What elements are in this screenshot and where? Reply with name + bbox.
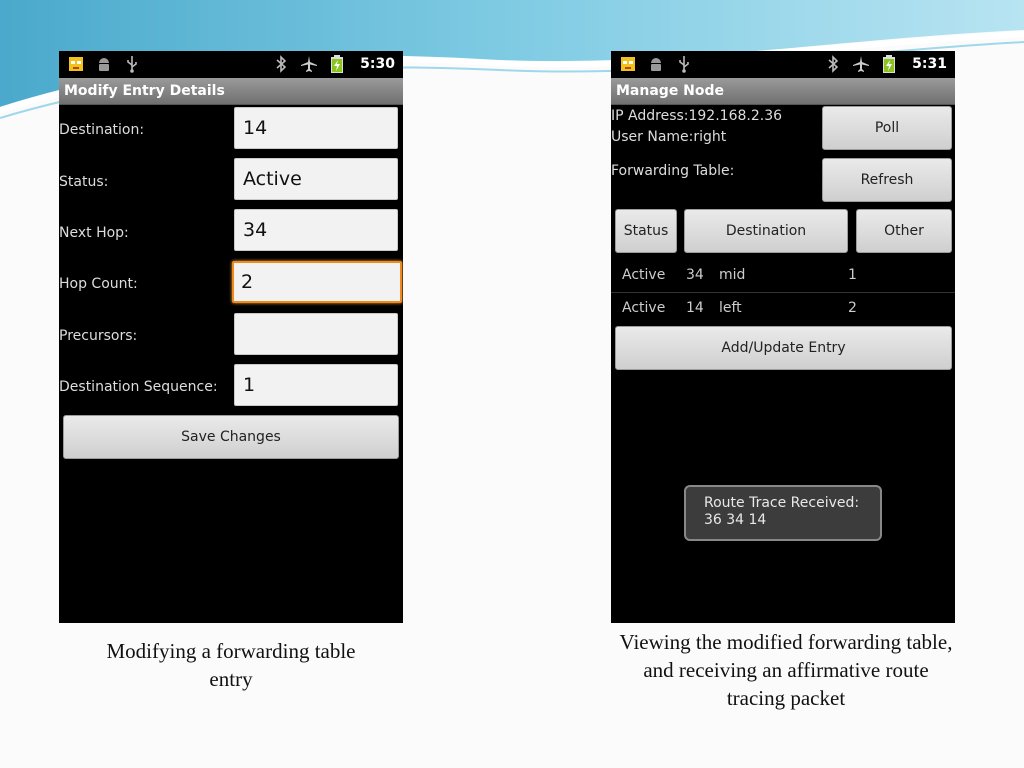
row-next-hop: left: [719, 300, 742, 316]
battery-charging-icon: [880, 55, 898, 73]
forwarding-table-label: Forwarding Table:: [611, 163, 735, 179]
status-bar: 5:30: [59, 51, 403, 78]
table-row[interactable]: Active 14 left 2: [611, 292, 955, 325]
next-hop-label: Next Hop:: [59, 225, 129, 241]
status-time: 5:31: [912, 56, 947, 72]
route-trace-toast: Route Trace Received: 36 34 14: [684, 485, 882, 541]
row-hop-count: 1: [848, 267, 857, 283]
airplane-mode-icon: [852, 55, 870, 73]
row-next-hop: mid: [719, 267, 746, 283]
bluetooth-icon: [272, 55, 290, 73]
battery-charging-icon: [328, 55, 346, 73]
manage-node-screen: 5:31 Manage Node IP Address:192.168.2.36…: [611, 51, 955, 623]
next-hop-row: Next Hop: 34: [59, 209, 403, 253]
destination-input[interactable]: 14: [234, 107, 398, 149]
other-column-button[interactable]: Other: [856, 209, 952, 253]
modify-entry-screen: 5:30 Modify Entry Details Destination: 1…: [59, 51, 403, 623]
row-hop-count: 2: [848, 300, 857, 316]
screen-title: Modify Entry Details: [59, 78, 403, 105]
user-name-text: User Name:right: [611, 129, 727, 145]
status-column-button[interactable]: Status: [615, 209, 677, 253]
table-row[interactable]: Active 34 mid 1: [611, 259, 955, 292]
ip-address-text: IP Address:192.168.2.36: [611, 108, 783, 124]
app-icon: [619, 55, 637, 73]
add-update-entry-button[interactable]: Add/Update Entry: [615, 326, 952, 370]
destination-sequence-label: Destination Sequence:: [59, 379, 218, 395]
hop-count-label: Hop Count:: [59, 276, 138, 292]
right-caption: Viewing the modified forwarding table, a…: [619, 630, 953, 710]
hop-count-input[interactable]: 2: [232, 261, 402, 303]
destination-sequence-row: Destination Sequence: 1: [59, 364, 403, 408]
status-input[interactable]: Active: [234, 158, 398, 200]
screen-title: Manage Node: [611, 78, 955, 105]
status-time: 5:30: [360, 56, 395, 72]
destination-label: Destination:: [59, 122, 145, 138]
status-label: Status:: [59, 174, 109, 190]
left-caption: Modifying a forwarding table entry: [106, 639, 356, 691]
poll-button[interactable]: Poll: [822, 106, 952, 150]
toast-route: 36 34 14: [704, 512, 767, 528]
status-row: Status: Active: [59, 158, 403, 202]
toast-title: Route Trace Received:: [704, 495, 860, 511]
destination-row: Destination: 14: [59, 106, 403, 150]
row-status: Active: [622, 267, 666, 283]
destination-sequence-input[interactable]: 1: [234, 364, 398, 406]
row-destination: 34: [686, 267, 704, 283]
android-icon: [647, 55, 665, 73]
bluetooth-icon: [824, 55, 842, 73]
usb-icon: [123, 55, 141, 73]
hop-count-row: Hop Count: 2: [59, 261, 403, 305]
precursors-input[interactable]: [234, 313, 398, 355]
precursors-label: Precursors:: [59, 328, 138, 344]
status-bar: 5:31: [611, 51, 955, 78]
android-icon: [95, 55, 113, 73]
precursors-row: Precursors:: [59, 312, 403, 356]
destination-column-button[interactable]: Destination: [684, 209, 848, 253]
refresh-button[interactable]: Refresh: [822, 158, 952, 202]
row-status: Active: [622, 300, 666, 316]
save-changes-button[interactable]: Save Changes: [63, 415, 399, 459]
next-hop-input[interactable]: 34: [234, 209, 398, 251]
row-destination: 14: [686, 300, 704, 316]
airplane-mode-icon: [300, 55, 318, 73]
usb-icon: [675, 55, 693, 73]
app-icon: [67, 55, 85, 73]
